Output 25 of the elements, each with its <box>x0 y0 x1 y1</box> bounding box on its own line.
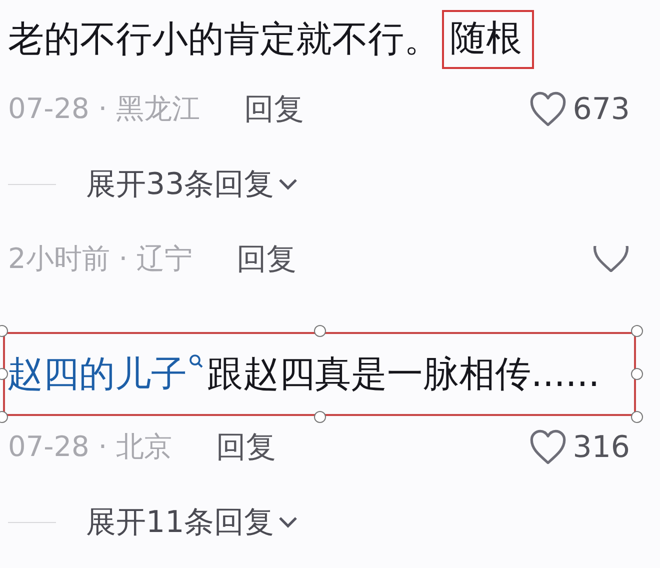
resize-handle[interactable] <box>631 325 643 337</box>
resize-handle[interactable] <box>631 368 643 380</box>
comment-meta: 07-28 · 北京 <box>8 429 172 465</box>
chevron-down-icon <box>278 178 298 190</box>
comment-meta: 2小时前 · 辽宁 <box>8 241 193 277</box>
expand-replies-link[interactable]: 展开11条回复 <box>86 502 274 542</box>
resize-handle[interactable] <box>314 325 326 337</box>
resize-handle[interactable] <box>314 411 326 423</box>
comment-text: 老的不行小的肯定就不行。 <box>8 18 440 62</box>
selection-frame[interactable]: 赵四的儿子 跟赵四真是一脉相传...... <box>3 332 636 416</box>
heart-icon <box>528 91 567 127</box>
heart-icon <box>528 429 567 465</box>
expand-replies-link[interactable]: 展开33条回复 <box>86 164 274 204</box>
like-count: 316 <box>572 430 630 464</box>
reply-link[interactable]: 回复 <box>236 238 297 280</box>
chevron-down-icon <box>278 516 298 528</box>
comment-text: 跟赵四真是一脉相传...... <box>207 352 600 396</box>
highlighted-text: 随根 <box>442 10 534 68</box>
search-icon <box>189 354 203 368</box>
like-count: 673 <box>572 92 630 126</box>
resize-handle[interactable] <box>631 411 643 423</box>
search-link[interactable]: 赵四的儿子 <box>7 350 207 398</box>
comment-meta: 07-28 · 黑龙江 <box>8 91 200 127</box>
reply-link[interactable]: 回复 <box>216 426 276 468</box>
reply-link[interactable]: 回复 <box>244 88 304 130</box>
